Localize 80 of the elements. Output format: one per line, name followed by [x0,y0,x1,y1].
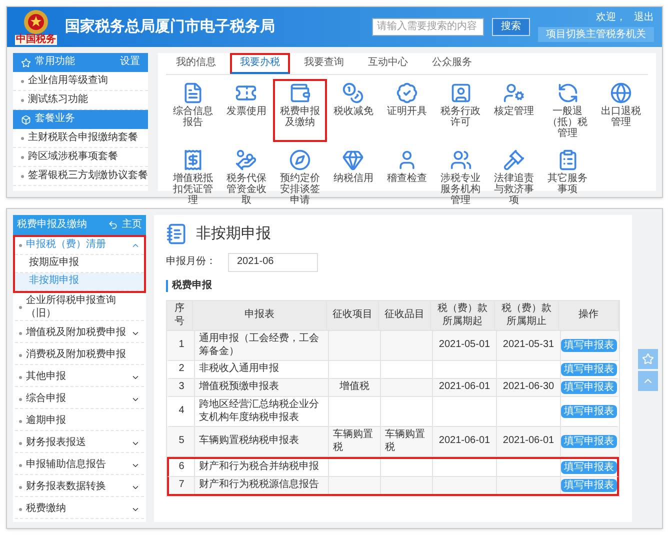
sidebar-item[interactable]: 跨区域涉税事项套餐 [28,150,118,164]
service-item[interactable]: 证明开具 [380,78,434,142]
table-cell: 增值税预缴申报表 [199,381,279,394]
table-cell: 2021-06-01 [502,435,554,448]
logo-text: 中国税务 [15,35,57,45]
sidebar-item[interactable]: 其他申报 [15,369,144,387]
table-cell: 2021-06-01 [438,435,490,448]
table-cell: 2021-05-31 [502,339,554,352]
table-cell: 增值税 [340,381,370,394]
column-header: 序号 [174,303,186,328]
column-header: 税（费）款所属期起 [436,303,488,328]
service-item[interactable]: 一般退（抵）税管理 [540,78,594,142]
service-item[interactable]: 增值税抵扣凭证管理 [166,146,220,208]
table-cell: 2021-05-01 [438,339,490,352]
sidebar-item[interactable]: 申报税（费）清册 [15,237,144,255]
service-item[interactable]: 法律追责与救济事项 [487,146,541,208]
sidebar-item[interactable]: 测试练习功能 [28,94,88,106]
tab[interactable]: 我的信息 [166,53,226,74]
sidebar-item[interactable]: 主财税联合申报缴纳套餐 [28,132,138,144]
sidebar-item[interactable]: 税费缴纳 [15,501,144,519]
service-item[interactable]: 税务代保管资金收取 [220,146,274,208]
tab[interactable]: 公众服务 [422,53,482,74]
service-item[interactable]: 核定管理 [487,78,541,142]
service-item[interactable]: 发票使用 [220,78,274,142]
table-cell: 非税收入通用申报 [199,363,279,376]
table-cell: 3 [178,381,184,394]
service-item[interactable]: 税务行政许可 [434,78,488,142]
table-cell: 车辆购置税纳税申报表 [199,435,299,448]
column-header: 征收品目 [384,309,424,322]
tab[interactable]: 我要查询 [294,53,354,74]
site-title: 国家税务总局厦门市电子税务局 [65,18,275,36]
table-cell: 财产和行为税税源信息报告 [199,479,319,492]
service-item[interactable]: 预约定价安排谈签申请 [273,146,327,208]
month-field[interactable]: 2021-06 [228,253,318,272]
section-title: 税费申报 [166,280,620,292]
sidebar-item[interactable]: 消费税及附加税费申报 [15,347,144,365]
table-cell: 6 [178,461,184,474]
service-item[interactable]: 涉税专业服务机构管理 [434,146,488,208]
service-item[interactable]: 纳税信用 [326,146,380,208]
sidebar-item[interactable]: 签署银税三方划缴协议套餐 [28,170,148,182]
month-label: 申报月份： [166,256,216,268]
sidebar-item[interactable]: 综合申报 [15,391,144,409]
table-cell-text: 车辆购置税 [385,429,426,454]
table-cell-text: 通用申报（工会经费，工会筹备金） [199,333,320,358]
table-cell: 7 [178,479,184,492]
sidebar-item[interactable]: 企业信用等级查询 [28,74,108,88]
service-item[interactable]: 出口退税管理 [594,78,648,142]
service-item[interactable]: 综合信息报告 [166,78,220,142]
column-header: 税（费）款所属期止 [500,303,552,328]
service-item[interactable]: 税费申报及缴纳 [273,78,327,142]
page-title: 非按期申报 [196,224,271,244]
column-header: 征收项目 [332,309,372,322]
service-item[interactable]: 稽查检查 [380,146,434,208]
search-field[interactable]: 请输入需要搜索的内容 [372,18,484,36]
column-header: 申报表 [244,309,274,322]
sidebar-title: 税费申报及缴纳 [17,218,88,232]
sidebar-item[interactable]: 企业所得税申报查询（旧） [15,295,144,321]
table-cell: 财产和行为税合并纳税申报 [199,461,319,474]
service-item[interactable]: 其它服务事项 [540,146,594,208]
table-cell: 2021-06-30 [502,381,554,394]
sidebar-title: 常用功能 [35,56,76,69]
table-cell: 2 [178,363,184,376]
sidebar-title: 套餐业务 [35,113,76,126]
welcome-text: 欢迎， [596,12,626,25]
sidebar-item[interactable]: 逾期申报 [15,413,144,431]
service-item[interactable]: 税收减免 [326,78,380,142]
table-cell-text: 车辆购置税 [333,429,374,454]
sidebar-item[interactable]: 财务报表数据转换 [15,479,144,497]
sidebar-item[interactable]: 申报辅助信息报告 [15,457,144,475]
column-header: 操作 [578,309,598,322]
sidebar-item[interactable]: 财务报表报送 [15,435,144,453]
table-cell: 5 [178,435,184,448]
table-cell: 1 [178,339,184,352]
tab[interactable]: 互动中心 [358,53,418,74]
tab[interactable]: 我要办税 [230,53,290,74]
sidebar-item[interactable]: 增值税及附加税费申报 [15,325,144,343]
table-cell: 2021-06-01 [438,381,490,394]
table-cell: 4 [178,405,184,418]
search-button[interactable]: 搜索 [492,18,530,36]
table-cell-text: 跨地区经营汇总纳税企业分支机构年度纳税申报表 [199,399,320,424]
